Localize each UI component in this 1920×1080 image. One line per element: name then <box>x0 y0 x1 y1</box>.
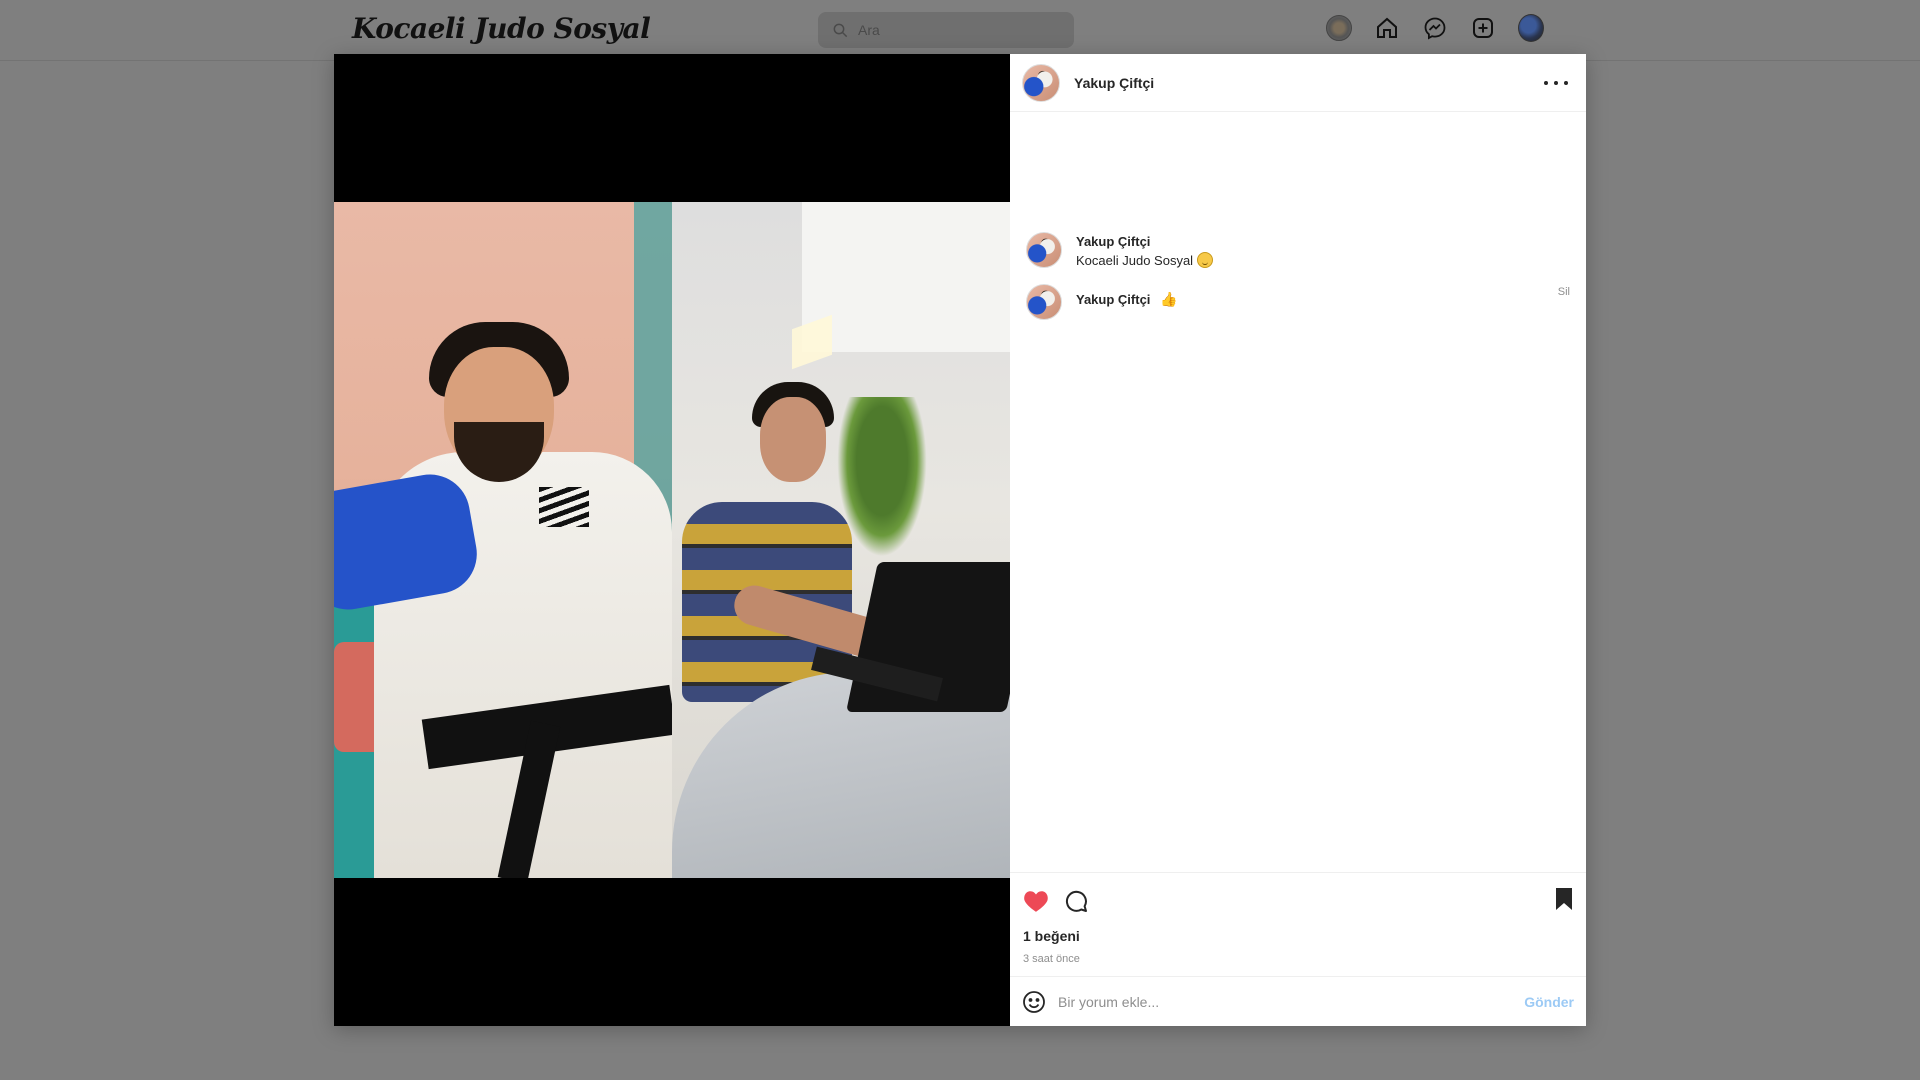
more-options-button[interactable] <box>1544 73 1568 93</box>
photo-office <box>672 202 1010 878</box>
photo-judo <box>334 202 672 878</box>
author-avatar[interactable] <box>1022 63 1060 102</box>
brand-logo[interactable]: Kocaeli Judo Sosyal <box>352 12 651 45</box>
heart-icon <box>1024 890 1048 912</box>
post-actions <box>1010 872 1586 928</box>
save-button[interactable] <box>1554 887 1574 916</box>
post-time: 3 saat önce <box>1023 953 1080 965</box>
author-name[interactable]: Yakup Çiftçi <box>1074 75 1154 91</box>
search-box[interactable]: Ara <box>818 12 1074 48</box>
likes-count[interactable]: 1 beğeni <box>1010 928 1586 950</box>
comment-author[interactable]: Yakup Çiftçi <box>1076 292 1150 307</box>
post-media <box>334 54 1010 1026</box>
globe-icon[interactable] <box>1326 15 1352 41</box>
post-photo[interactable] <box>334 202 1010 878</box>
search-icon <box>833 23 848 38</box>
delete-comment-button[interactable]: Sil <box>1558 286 1570 298</box>
comment-icon <box>1065 890 1087 912</box>
caption: Yakup Çiftçi Kocaeli Judo Sosyal <box>1026 232 1214 270</box>
caption-avatar[interactable] <box>1026 232 1062 268</box>
top-navbar: Kocaeli Judo Sosyal Ara <box>0 0 1920 61</box>
messenger-icon[interactable] <box>1422 15 1448 41</box>
comment-button[interactable] <box>1062 887 1090 915</box>
bookmark-icon <box>1556 888 1572 910</box>
caption-author[interactable]: Yakup Çiftçi <box>1076 232 1213 251</box>
add-post-icon[interactable] <box>1470 15 1496 41</box>
comment-input[interactable] <box>1058 993 1525 1010</box>
smile-emoji-icon <box>1197 252 1214 268</box>
like-button[interactable] <box>1022 887 1050 915</box>
home-icon[interactable] <box>1374 15 1400 41</box>
add-comment-bar: Gönder <box>1010 976 1586 1026</box>
comment-avatar[interactable] <box>1026 284 1062 320</box>
caption-text: Kocaeli Judo Sosyal <box>1076 253 1194 268</box>
search-placeholder: Ara <box>858 22 880 38</box>
nav-icons <box>1326 14 1544 42</box>
comment-item: Yakup Çiftçi 👍 Sil <box>1026 284 1570 320</box>
post-details-panel: Yakup Çiftçi Yakup Çiftçi Kocaeli Judo S… <box>1010 54 1586 1026</box>
comments-section: Yakup Çiftçi Kocaeli Judo Sosyal Yakup Ç… <box>1010 112 1586 872</box>
thumbs-up-emoji-icon: 👍 <box>1160 291 1178 307</box>
post-modal: Yakup Çiftçi Yakup Çiftçi Kocaeli Judo S… <box>334 54 1586 1026</box>
post-header: Yakup Çiftçi <box>1010 54 1586 112</box>
profile-avatar[interactable] <box>1518 14 1544 42</box>
send-comment-button[interactable]: Gönder <box>1524 994 1574 1010</box>
emoji-picker-icon[interactable] <box>1022 990 1046 1014</box>
